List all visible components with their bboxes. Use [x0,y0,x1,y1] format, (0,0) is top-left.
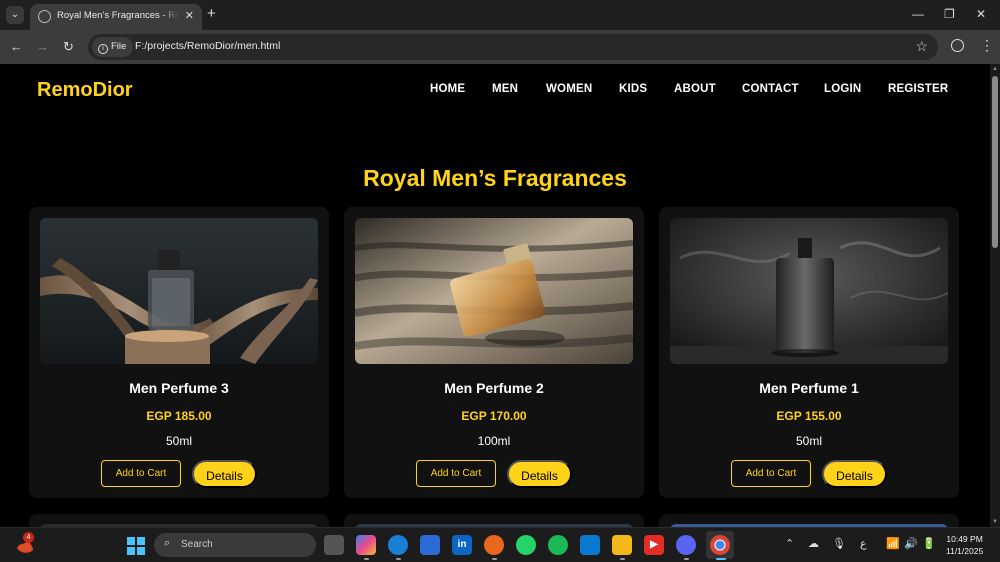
taskbar: 4 ⌕ Search in ▶ ⌃ ☁ 🎙 ع 📶 🔊 🔋 10:49 PM 1… [0,527,1000,562]
clock-date: 11/1/2025 [946,546,984,556]
details-button[interactable]: Details [507,460,572,488]
discord-icon[interactable] [676,535,696,555]
product-image [670,218,948,364]
running-indicator [364,558,369,560]
product-card: Men Perfume 3 EGP 185.00 50ml Add to Car… [29,207,329,498]
nav-home[interactable]: HOME [430,83,465,95]
browser-menu-icon[interactable]: ⋮ [980,37,994,54]
profile-icon[interactable] [951,39,964,52]
back-icon[interactable]: ← [10,39,23,54]
url-text: F:/projects/RemoDior/men.html [135,40,281,52]
nav-men[interactable]: MEN [492,83,518,95]
nav-register[interactable]: REGISTER [888,83,948,95]
whatsapp-icon[interactable] [516,535,536,555]
language-indicator[interactable]: ع [860,537,867,550]
scroll-down-icon[interactable]: ▼ [992,519,998,525]
scroll-thumb[interactable] [992,76,998,248]
product-size: 50ml [165,434,192,448]
page-scrollbar[interactable]: ▲ ▼ [990,64,1000,527]
search-icon: ⌕ [164,537,171,549]
product-size: 100ml [477,434,511,448]
close-tab-icon[interactable]: ✕ [185,9,194,22]
product-name: Men Perfume 2 [444,380,544,396]
minimize-icon[interactable]: — [912,7,924,21]
site-info-label: File [111,41,127,52]
details-button[interactable]: Details [822,460,887,488]
product-size: 50ml [795,434,822,448]
restore-icon[interactable]: ❐ [944,7,955,21]
nav-about[interactable]: ABOUT [674,83,716,95]
volume-icon[interactable]: 🔊 [904,537,918,550]
product-card [659,514,959,527]
notification-badge: 4 [23,532,34,543]
onedrive-icon[interactable]: ☁ [808,537,819,550]
spotify-icon[interactable] [548,535,568,555]
scroll-up-icon[interactable]: ▲ [992,66,998,72]
browser-toolbar: ← → ↻ i File F:/projects/RemoDior/men.htm… [0,30,1000,64]
add-to-cart-button[interactable]: Add to Cart [731,460,811,487]
product-card [344,514,644,527]
running-indicator [396,558,401,560]
page-title: Royal Men’s Fragrances [363,165,627,191]
product-image [355,218,633,364]
product-price: EGP 185.00 [146,409,212,423]
bookmark-star-icon[interactable]: ☆ [915,38,928,55]
vscode-icon[interactable] [580,535,600,555]
microphone-icon[interactable]: 🎙 [832,537,846,550]
product-name: Men Perfume 1 [759,380,859,396]
page-viewport: RemoDior HOME MEN WOMEN KIDS ABOUT CONTA… [0,64,990,527]
product-price: EGP 155.00 [776,409,842,423]
address-bar[interactable]: i File F:/projects/RemoDior/men.html ☆ [88,34,938,60]
info-icon: i [98,44,108,54]
taskbar-search-placeholder: Search [181,539,213,550]
product-card [29,514,329,527]
site-logo[interactable]: RemoDior [37,79,133,102]
active-indicator [716,558,726,560]
nav-kids[interactable]: KIDS [619,83,647,95]
battery-icon[interactable]: 🔋 [922,537,936,550]
product-card: Men Perfume 1 EGP 155.00 50ml Add to Car… [659,207,959,498]
windows-start-icon[interactable] [127,537,145,555]
chrome-icon[interactable] [710,535,730,555]
taskbar-search[interactable]: ⌕ Search [154,533,316,557]
youtube-icon[interactable]: ▶ [644,535,664,555]
store-icon[interactable] [420,535,440,555]
copilot-icon[interactable] [356,535,376,555]
browser-tab[interactable]: Royal Men’s Fragrances - RemoDior ✕ [30,4,202,30]
add-to-cart-button[interactable]: Add to Cart [101,460,181,487]
system-clock[interactable]: 10:49 PM 11/1/2025 [946,533,983,557]
nav-women[interactable]: WOMEN [546,83,592,95]
product-name: Men Perfume 3 [129,380,229,396]
clock-time: 10:49 PM [946,534,983,544]
forward-icon[interactable]: → [36,39,49,54]
firefox-icon[interactable] [484,535,504,555]
details-button[interactable]: Details [192,460,257,488]
product-image [40,218,318,364]
reload-icon[interactable]: ↻ [63,39,74,55]
product-price: EGP 170.00 [461,409,527,423]
site-info-chip[interactable]: i File [92,37,134,57]
task-view-icon[interactable] [324,535,344,555]
edge-icon[interactable] [388,535,408,555]
product-card: Men Perfume 2 EGP 170.00 100ml Add to Ca… [344,207,644,498]
new-tab-button[interactable]: + [207,6,216,22]
add-to-cart-button[interactable]: Add to Cart [416,460,496,487]
browser-tab-bar: ⌄ Royal Men’s Fragrances - RemoDior ✕ + … [0,0,1000,30]
nav-contact[interactable]: CONTACT [742,83,799,95]
tab-search-button[interactable]: ⌄ [6,6,24,24]
running-indicator [684,558,689,560]
wifi-icon[interactable]: 📶 [886,537,900,550]
show-hidden-icons[interactable]: ⌃ [785,537,794,550]
nav-login[interactable]: LOGIN [824,83,861,95]
file-explorer-icon[interactable] [612,535,632,555]
close-window-icon[interactable]: ✕ [976,7,986,21]
tab-title: Royal Men’s Fragrances - RemoDior [57,10,179,21]
globe-icon [38,10,51,23]
linkedin-icon[interactable]: in [452,535,472,555]
running-indicator [492,558,497,560]
running-indicator [620,558,625,560]
